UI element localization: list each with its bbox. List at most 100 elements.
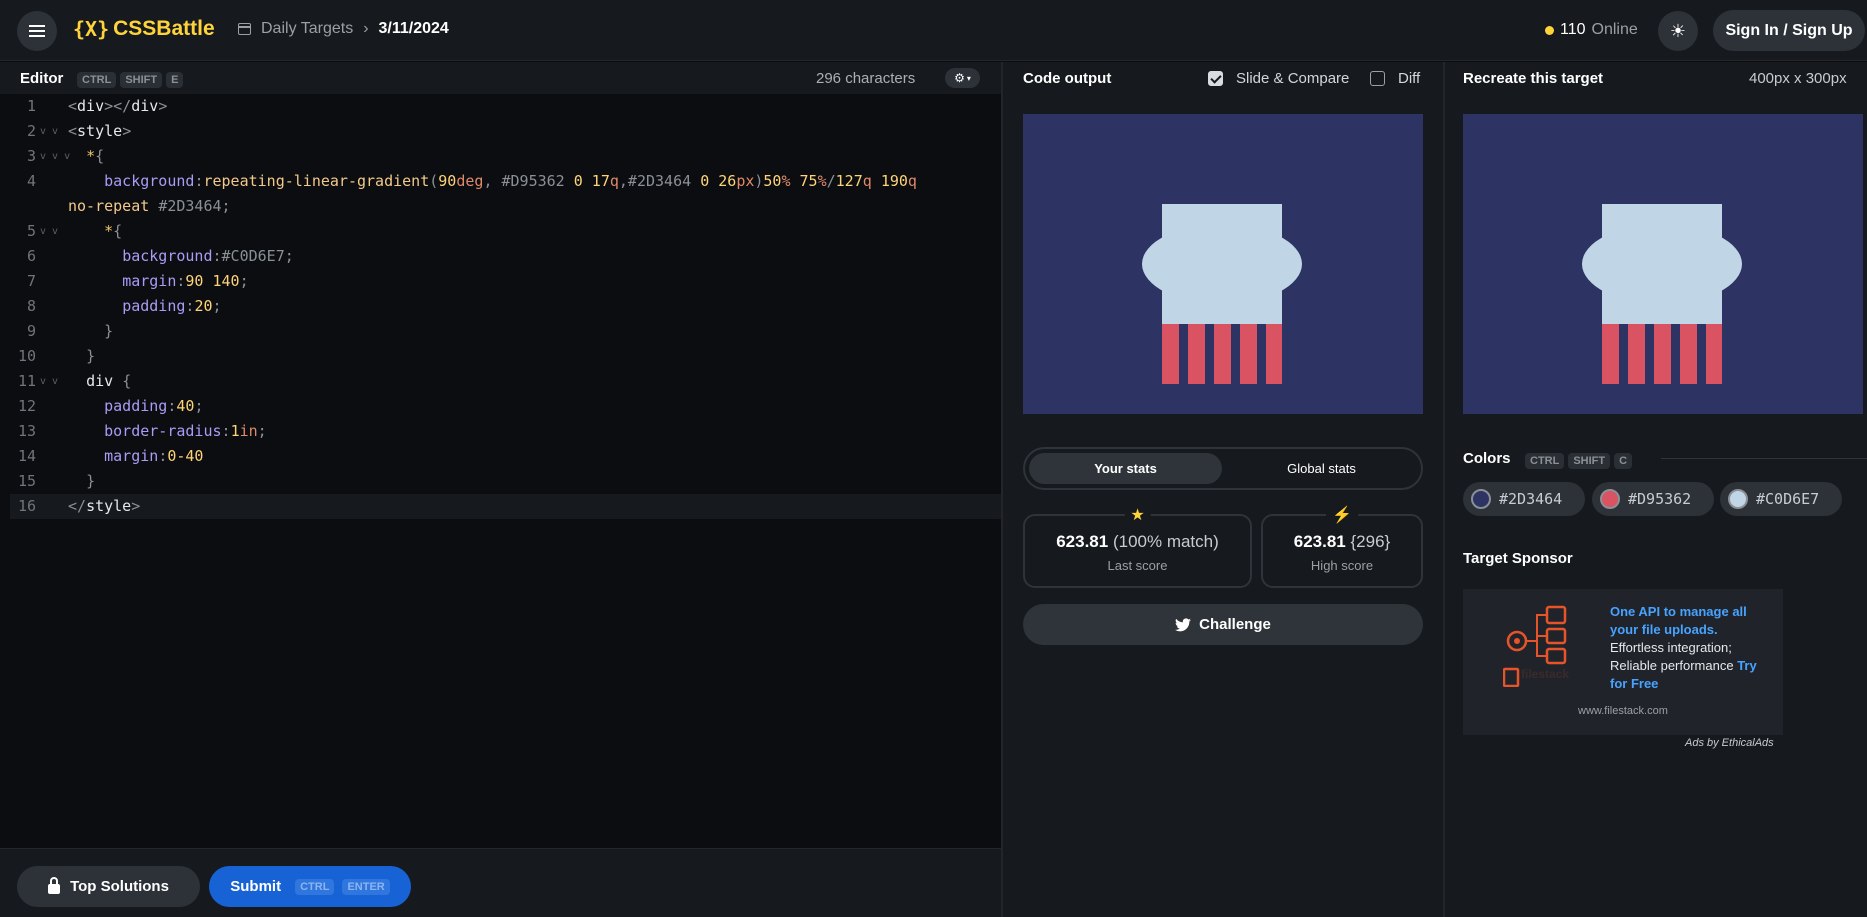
code-line[interactable]: 9 }	[10, 319, 1001, 344]
slide-compare-checkbox[interactable]	[1208, 71, 1223, 86]
high-score-label: High score	[1310, 558, 1374, 573]
sponsor-ad[interactable]: filestack One API to manage all your fil…	[1463, 589, 1783, 735]
online-count: 110	[1560, 21, 1586, 38]
high-score-card: ⚡ 623.81 {296} High score	[1261, 505, 1423, 588]
target-shape-ellipse	[1582, 224, 1742, 304]
code-text: background:#C0D6E7;	[122, 247, 294, 265]
code-text: margin:0-40	[104, 447, 204, 465]
online-dot-icon	[1545, 25, 1554, 35]
sun-icon: ☀	[1669, 20, 1687, 41]
line-number: 1	[26, 97, 36, 115]
target-stripes	[1602, 324, 1722, 384]
line-number: 5	[26, 222, 36, 240]
kbd-e: E	[166, 72, 184, 88]
logo-mark: {X}	[73, 17, 110, 41]
color-swatch[interactable]: #D95362	[1592, 482, 1714, 516]
code-line[interactable]: 14 margin:0-40	[10, 444, 1001, 469]
diff-checkbox[interactable]	[1370, 71, 1385, 86]
code-text: </style>	[68, 497, 141, 515]
star-icon: ★	[1124, 505, 1151, 525]
ethical-ads-label[interactable]: Ads by EthicalAds	[1685, 737, 1774, 749]
last-score-match: (100% match)	[1112, 532, 1219, 551]
high-score-chars: {296}	[1350, 532, 1391, 551]
menu-button[interactable]	[17, 11, 57, 51]
top-solutions-button[interactable]: Top Solutions	[17, 866, 200, 907]
line-number: 11	[17, 372, 36, 390]
breadcrumb-date: 3/11/2024	[378, 20, 449, 37]
last-score-label: Last score	[1107, 558, 1168, 573]
code-line-active[interactable]: 16 </style>	[10, 494, 1001, 519]
code-line[interactable]: 11 v v div {	[10, 369, 1001, 394]
code-line[interactable]: 15 }	[10, 469, 1001, 494]
challenge-button[interactable]: Challenge	[1023, 604, 1423, 645]
line-number: 14	[17, 447, 36, 465]
hamburger-icon	[29, 30, 45, 32]
color-swatch[interactable]: #2D3464	[1463, 482, 1585, 516]
high-score: 623.81 {296}	[1263, 532, 1421, 552]
fold-icon[interactable]: v v	[40, 219, 58, 244]
kbd-c: C	[1614, 453, 1633, 469]
submit-button[interactable]: Submit CTRL ENTER	[209, 866, 411, 907]
kbd-shift: SHIFT	[120, 72, 163, 88]
line-number: 6	[26, 247, 36, 265]
stats-tabs: Your stats Global stats	[1023, 447, 1423, 490]
code-line[interactable]: 7 margin:90 140;	[10, 269, 1001, 294]
color-hex: #C0D6E7	[1756, 490, 1820, 508]
color-dot	[1471, 489, 1491, 509]
theme-toggle-button[interactable]: ☀	[1658, 11, 1698, 51]
logo-text: CSSBattle	[113, 17, 215, 40]
line-number: 12	[17, 397, 36, 415]
code-line[interactable]: 2v v <style>	[10, 119, 1001, 144]
editor-title: Editor	[20, 70, 64, 87]
ad-text[interactable]: One API to manage all your file uploads.…	[1610, 603, 1775, 693]
tab-your-stats[interactable]: Your stats	[1029, 453, 1222, 484]
line-number: 4	[26, 172, 36, 190]
high-score-value: 623.81	[1293, 532, 1346, 551]
code-line[interactable]: 1 <div></div>	[10, 94, 1001, 119]
code-text: }	[86, 472, 96, 490]
code-line[interactable]: 5v v *{	[10, 219, 1001, 244]
line-number: 2	[26, 122, 36, 140]
editor-settings-button[interactable]: ⚙ ▾	[945, 68, 980, 88]
line-number: 13	[17, 422, 36, 440]
line-number: 3	[26, 147, 36, 165]
code-line[interactable]: 4 background:repeating-linear-gradient(9…	[10, 169, 1001, 194]
output-canvas[interactable]	[1023, 114, 1423, 414]
tab-global-stats[interactable]: Global stats	[1225, 453, 1418, 484]
kbd-ctrl: CTRL	[1525, 453, 1565, 469]
code-text: margin:90 140;	[122, 272, 249, 290]
fold-icon[interactable]: v v	[40, 119, 58, 144]
kbd-shift: SHIFT	[1568, 453, 1611, 469]
target-canvas[interactable]	[1463, 114, 1863, 414]
last-score: 623.81 (100% match)	[1025, 532, 1250, 552]
editor-shortcut: CTRL SHIFT E	[73, 70, 184, 88]
code-text: border-radius:1in;	[104, 422, 267, 440]
line-number: 7	[26, 272, 36, 290]
code-line[interactable]: 12 padding:40;	[10, 394, 1001, 419]
lock-icon	[48, 876, 61, 894]
code-text: }	[86, 347, 96, 365]
code-line[interactable]: 3v v v *{	[10, 144, 1001, 169]
color-hex: #2D3464	[1499, 490, 1563, 508]
color-swatch[interactable]: #C0D6E7	[1720, 482, 1842, 516]
sponsor-title: Target Sponsor	[1463, 550, 1573, 567]
code-editor[interactable]: 1 <div></div> 2v v <style> 3v v v *{ 4 bac…	[0, 94, 1001, 848]
code-line[interactable]: no-repeat #2D3464;	[10, 194, 1001, 219]
breadcrumb-daily-targets[interactable]: Daily Targets	[261, 20, 353, 38]
sign-in-button[interactable]: Sign In / Sign Up	[1713, 10, 1865, 51]
diff-label[interactable]: Diff	[1398, 70, 1420, 87]
code-text: div {	[86, 372, 132, 390]
code-line[interactable]: 6 background:#C0D6E7;	[10, 244, 1001, 269]
color-hex: #D95362	[1628, 490, 1692, 508]
logo[interactable]: {X} CSSBattle	[73, 17, 215, 41]
calendar-icon	[238, 23, 251, 35]
code-line[interactable]: 10 }	[10, 344, 1001, 369]
code-line[interactable]: 8 padding:20;	[10, 294, 1001, 319]
fold-icon[interactable]: v v v	[40, 144, 70, 169]
target-panel: Recreate this target 400px x 300px Color…	[1445, 62, 1867, 917]
code-line[interactable]: 13 border-radius:1in;	[10, 419, 1001, 444]
target-size: 400px x 300px	[1749, 70, 1847, 87]
slide-compare-label[interactable]: Slide & Compare	[1236, 70, 1349, 87]
code-output-panel: Code output Slide & Compare Diff Your st…	[1003, 62, 1443, 917]
fold-icon[interactable]: v v	[40, 369, 58, 394]
